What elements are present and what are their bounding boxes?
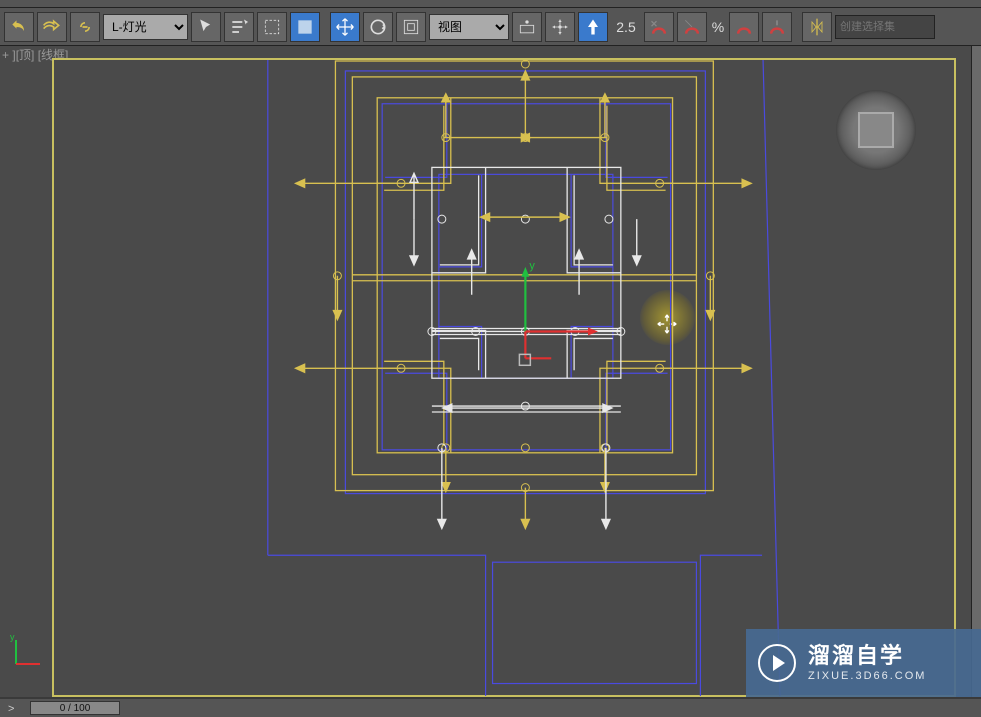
snap-angle-value: 2.5 xyxy=(611,19,641,35)
window-crossing-button[interactable] xyxy=(290,12,320,42)
menu-bar xyxy=(0,0,981,8)
keyboard-shortcut-button[interactable] xyxy=(578,12,608,42)
select-by-name-button[interactable] xyxy=(224,12,254,42)
named-selection-input[interactable] xyxy=(835,15,935,39)
viewport-top[interactable]: y xyxy=(52,58,956,697)
select-object-button[interactable] xyxy=(191,12,221,42)
angle-snap-button[interactable] xyxy=(677,12,707,42)
manipulate-button[interactable] xyxy=(545,12,575,42)
pivot-button[interactable] xyxy=(512,12,542,42)
link-button[interactable] xyxy=(70,12,100,42)
ref-coord-dropdown[interactable]: 视图 xyxy=(429,14,509,40)
world-axis-gizmo: y xyxy=(8,632,48,672)
svg-text:y: y xyxy=(10,632,15,642)
spinner-snap-button[interactable] xyxy=(762,12,792,42)
command-panel-edge[interactable] xyxy=(971,46,981,697)
watermark-url: ZIXUE.3D66.COM xyxy=(808,670,926,683)
layer-dropdown[interactable]: L-灯光 xyxy=(103,14,188,40)
percent-label: % xyxy=(710,19,726,35)
percent-snap-button[interactable] xyxy=(729,12,759,42)
axis-y-label: y xyxy=(529,260,535,272)
watermark-title: 溜溜自学 xyxy=(808,643,926,669)
main-toolbar: L-灯光 视图 2.5 % xyxy=(0,8,981,46)
snap-toggle-button[interactable] xyxy=(644,12,674,42)
undo-button[interactable] xyxy=(4,12,34,42)
viewport-area: + ][顶] [线框] xyxy=(0,46,971,697)
floorplan-geometry: y xyxy=(54,60,954,696)
redo-button[interactable] xyxy=(37,12,67,42)
move-button[interactable] xyxy=(330,12,360,42)
rect-select-button[interactable] xyxy=(257,12,287,42)
status-bar: > 0 / 100 xyxy=(0,699,981,717)
frame-counter: 0 / 100 xyxy=(60,703,91,714)
time-slider[interactable]: 0 / 100 xyxy=(30,701,120,715)
watermark-badge: 溜溜自学 ZIXUE.3D66.COM xyxy=(746,629,981,697)
mirror-button[interactable] xyxy=(802,12,832,42)
play-icon xyxy=(758,644,796,682)
rotate-button[interactable] xyxy=(363,12,393,42)
scale-button[interactable] xyxy=(396,12,426,42)
timeline-chevron-icon[interactable]: > xyxy=(8,703,14,715)
